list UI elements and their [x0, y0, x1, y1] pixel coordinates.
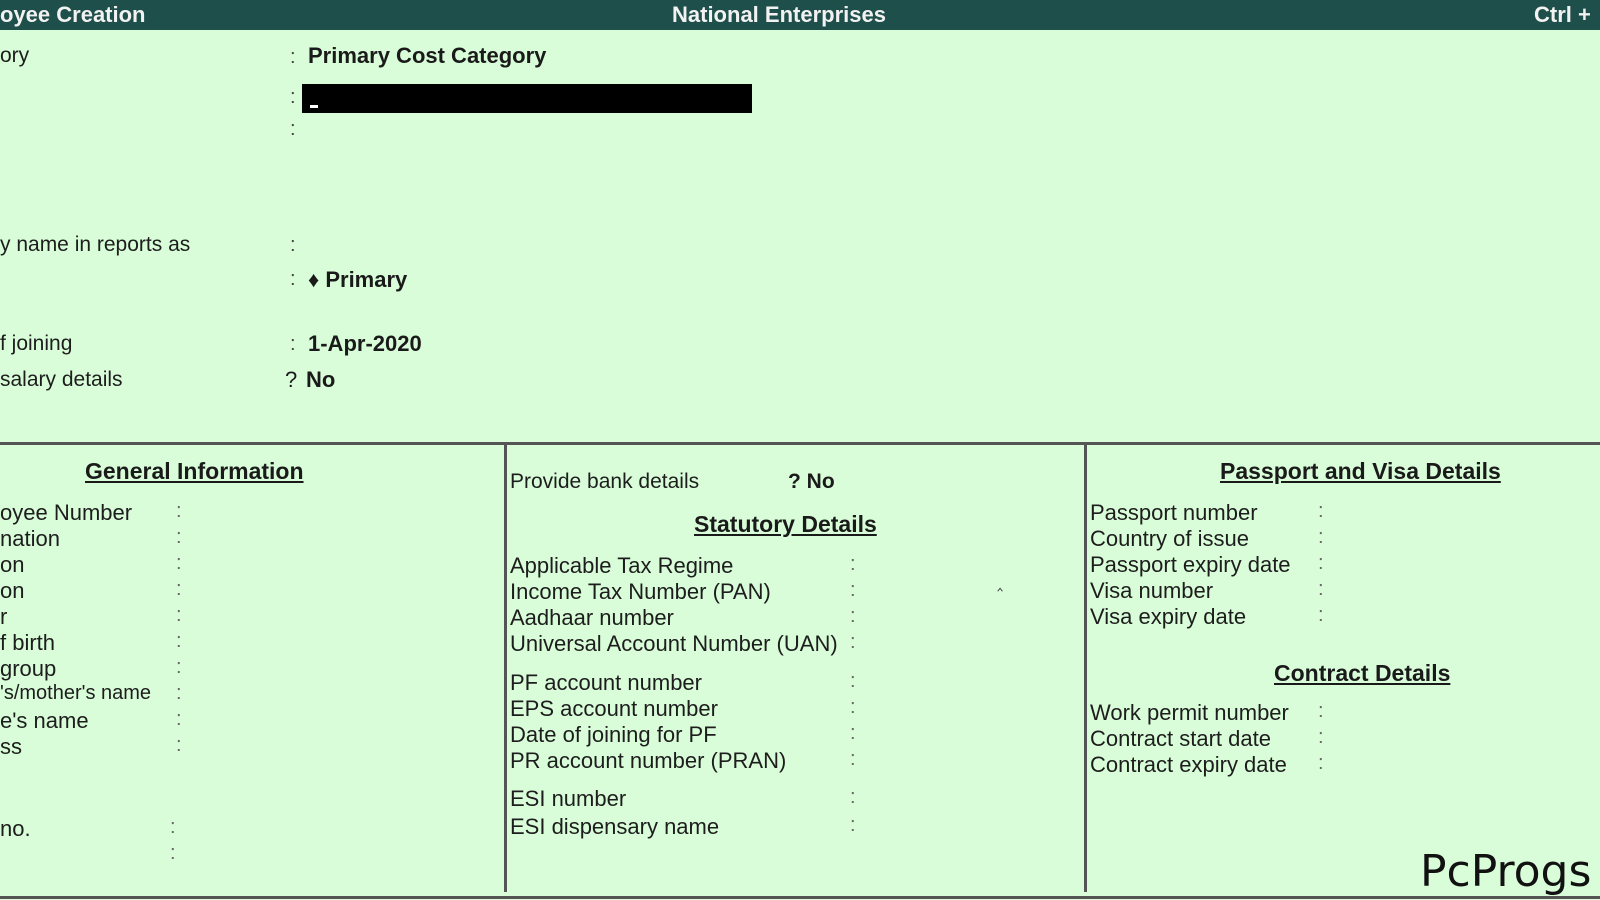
general-field-label: r [0, 604, 8, 629]
phone-number-label: no. [0, 816, 31, 841]
colon: : [290, 118, 296, 140]
section-divider [0, 442, 1600, 445]
general-field-label: oyee Number [0, 500, 133, 525]
colon: : [1318, 752, 1324, 774]
colon: : [850, 631, 856, 653]
category-value[interactable]: Primary Cost Category [308, 43, 546, 69]
category-label: ory [0, 44, 30, 67]
colon: : [1318, 700, 1324, 722]
display-name-label: y name in reports as [0, 233, 191, 256]
contract-field-label: Contract expiry date [1090, 752, 1287, 777]
general-field-label: e's name [0, 708, 89, 733]
colon: : [176, 630, 182, 652]
passport-field-label: Country of issue [1090, 526, 1249, 551]
colon: : [290, 268, 296, 290]
general-field-label: on [0, 578, 25, 603]
name-input[interactable] [302, 84, 752, 113]
colon: : [1318, 526, 1324, 548]
statutory-field-label: PF account number [510, 670, 702, 695]
statutory-field-label: Income Tax Number (PAN) [510, 579, 771, 604]
colon: : [176, 682, 182, 704]
statutory-field-label: ESI number [510, 786, 627, 811]
colon: : [850, 605, 856, 627]
colon: : [290, 86, 296, 108]
colon: : [850, 670, 856, 692]
colon: : [850, 579, 856, 601]
contract-field-label: Contract start date [1090, 726, 1271, 751]
general-information-heading: General Information [85, 458, 304, 484]
general-field-label: nation [0, 526, 60, 551]
statutory-field-label: Date of joining for PF [510, 722, 717, 747]
shortcut-hint[interactable]: Ctrl + [1534, 2, 1591, 28]
colon: : [176, 578, 182, 600]
colon: : [290, 46, 296, 68]
colon: : [1318, 726, 1324, 748]
colon: : [170, 816, 176, 838]
salary-details-value[interactable]: No [306, 367, 335, 393]
contract-field-label: Work permit number [1090, 700, 1289, 725]
colon: : [176, 500, 182, 522]
statutory-details-heading: Statutory Details [694, 511, 877, 537]
colon: : [1318, 552, 1324, 574]
bank-details-value[interactable]: ? No [788, 470, 835, 494]
passport-field-label: Visa expiry date [1090, 604, 1247, 629]
colon: : [1318, 500, 1324, 522]
text-cursor [310, 105, 318, 108]
statutory-field-label: Applicable Tax Regime [510, 553, 734, 578]
colon: : [290, 234, 296, 256]
colon: : [1318, 578, 1324, 600]
column-divider-right [1084, 444, 1087, 892]
colon: : [850, 696, 856, 718]
colon: : [850, 786, 856, 808]
colon: : [176, 708, 182, 730]
dropdown-marker-icon[interactable]: ‸ [997, 571, 1003, 592]
statutory-field-label: PR account number (PRAN) [510, 748, 787, 773]
general-field-label: on [0, 552, 25, 577]
company-name: National Enterprises [672, 2, 886, 27]
colon: : [170, 842, 176, 864]
passport-field-label: Visa number [1090, 578, 1214, 603]
statutory-field-label: Aadhaar number [510, 605, 674, 630]
passport-field-label: Passport expiry date [1090, 552, 1291, 577]
colon: : [176, 604, 182, 626]
watermark-text: PcProgs [1420, 846, 1592, 897]
statutory-field-label: EPS account number [510, 696, 718, 721]
colon: : [176, 552, 182, 574]
under-group-value[interactable]: ♦ Primary [308, 267, 407, 293]
passport-visa-heading: Passport and Visa Details [1220, 458, 1501, 484]
general-field-label: group [0, 656, 57, 681]
salary-details-label: salary details [0, 368, 123, 391]
salary-prompt: ? [285, 367, 298, 392]
column-divider-left [504, 444, 507, 892]
passport-field-label: Passport number [1090, 500, 1258, 525]
colon: : [1318, 604, 1324, 626]
contract-details-heading: Contract Details [1274, 660, 1451, 686]
colon: : [176, 656, 182, 678]
colon: : [850, 814, 856, 836]
bank-details-label: Provide bank details [510, 470, 700, 493]
general-field-label: ss [0, 734, 22, 759]
colon: : [176, 526, 182, 548]
bottom-border [0, 896, 1600, 899]
joining-date-value[interactable]: 1-Apr-2020 [308, 331, 422, 357]
statutory-field-label: ESI dispensary name [510, 814, 720, 839]
colon: : [176, 734, 182, 756]
colon: : [850, 748, 856, 770]
general-field-label: 's/mother's name [0, 682, 152, 704]
general-field-label: f birth [0, 630, 56, 655]
title-bar: oyee Creation National Enterprises Ctrl … [0, 0, 1600, 30]
statutory-field-label: Universal Account Number (UAN) [510, 631, 838, 656]
joining-date-label: f joining [0, 332, 73, 355]
colon: : [850, 722, 856, 744]
colon: : [850, 553, 856, 575]
screen-title: oyee Creation [0, 2, 146, 27]
colon: : [290, 333, 296, 355]
